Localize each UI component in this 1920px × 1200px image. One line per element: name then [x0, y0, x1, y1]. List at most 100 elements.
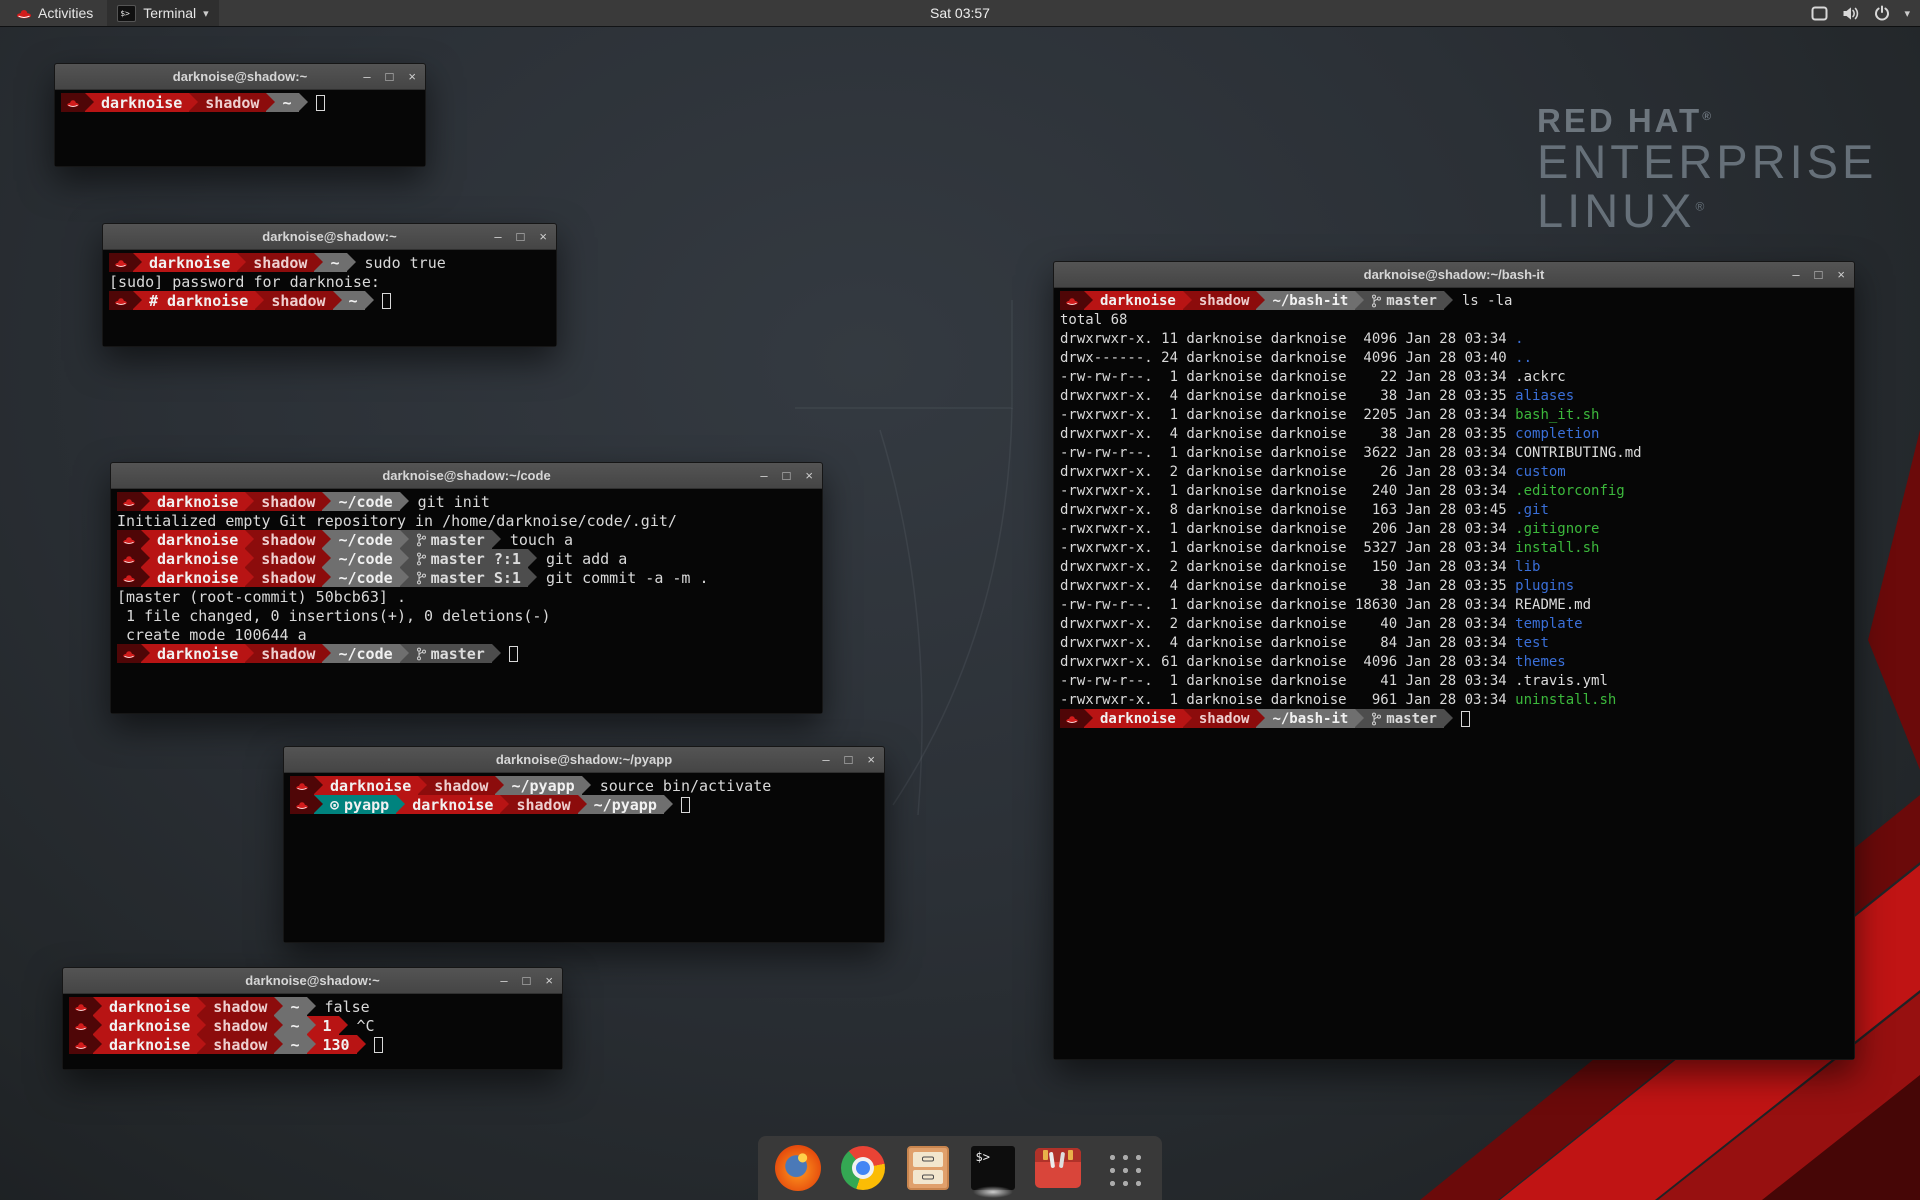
minimize-button[interactable]: –: [494, 224, 501, 250]
terminal-content[interactable]: darknoiseshadow~: [55, 90, 425, 166]
terminal-output: -rwxrwxr-x. 1 darknoise darknoise 5327 J…: [1060, 540, 1515, 556]
prompt-segment-git: master ?:1: [409, 549, 528, 568]
clock[interactable]: Sat 03:57: [930, 5, 990, 21]
close-button[interactable]: ×: [545, 968, 553, 994]
prompt-hat-segment: [290, 776, 314, 795]
window-title: darknoise@shadow:~: [245, 973, 379, 988]
maximize-button[interactable]: □: [517, 224, 525, 250]
powerline-separator: [322, 644, 331, 663]
terminal-content[interactable]: darknoiseshadow~/pyappsource bin/activat…: [284, 773, 884, 942]
power-icon[interactable]: [1874, 5, 1890, 21]
terminal-line: create mode 100644 a: [117, 625, 816, 644]
powerline-separator: [197, 1016, 206, 1035]
titlebar[interactable]: darknoise@shadow:~ –□ ×: [103, 224, 556, 250]
terminal-line: drwxrwxr-x. 2 darknoise darknoise 150 Ja…: [1060, 557, 1848, 576]
file-name: README.md: [1515, 597, 1591, 613]
dock-firefox-icon[interactable]: [774, 1144, 822, 1192]
close-button[interactable]: ×: [539, 224, 547, 250]
app-menu-label: Terminal: [143, 5, 196, 21]
close-button[interactable]: ×: [805, 463, 813, 489]
powerline-separator: [400, 644, 409, 663]
dock-terminal-icon[interactable]: $>: [969, 1144, 1017, 1192]
terminal-output: -rw-rw-r--. 1 darknoise darknoise 3622 J…: [1060, 445, 1515, 461]
minimize-button[interactable]: –: [500, 968, 507, 994]
prompt-segment-user: darknoise: [150, 568, 245, 587]
window-title: darknoise@shadow:~/pyapp: [496, 752, 672, 767]
close-button[interactable]: ×: [867, 747, 875, 773]
redhat-prompt-icon: [295, 799, 309, 811]
titlebar[interactable]: darknoise@shadow:~ –□×: [55, 64, 425, 90]
prompt-segment-git: master: [1364, 291, 1444, 310]
prompt-segment-host: shadow: [254, 549, 322, 568]
file-name: template: [1515, 616, 1582, 632]
maximize-button[interactable]: □: [1815, 262, 1823, 288]
powerline-separator: [400, 530, 409, 549]
file-name: themes: [1515, 654, 1566, 670]
maximize-button[interactable]: □: [845, 747, 853, 773]
chevron-down-icon: ▾: [203, 7, 209, 20]
terminal-output: drwxrwxr-x. 2 darknoise darknoise 150 Ja…: [1060, 559, 1515, 575]
terminal-output: drwxrwxr-x. 4 darknoise darknoise 38 Jan…: [1060, 426, 1515, 442]
powerline-separator: [400, 568, 409, 587]
terminal-output: drwxrwxr-x. 61 darknoise darknoise 4096 …: [1060, 654, 1515, 670]
minimize-button[interactable]: –: [760, 463, 767, 489]
terminal-line: darknoiseshadow~1^C: [69, 1016, 556, 1035]
command-text: ls -la: [1462, 293, 1513, 309]
terminal-output: -rw-rw-r--. 1 darknoise darknoise 18630 …: [1060, 597, 1515, 613]
terminal-line: drwxrwxr-x. 8 darknoise darknoise 163 Ja…: [1060, 500, 1848, 519]
titlebar[interactable]: darknoise@shadow:~ –□ ×: [63, 968, 562, 994]
close-button[interactable]: ×: [1837, 262, 1845, 288]
app-menu[interactable]: $> Terminal ▾: [107, 0, 218, 26]
powerline-separator: [141, 549, 150, 568]
minimize-button[interactable]: –: [363, 64, 370, 90]
titlebar[interactable]: darknoise@shadow:~/pyapp –□ ×: [284, 747, 884, 773]
minimize-button[interactable]: –: [822, 747, 829, 773]
minimize-button[interactable]: –: [1792, 262, 1799, 288]
terminal-window-home-2: darknoise@shadow:~ –□ × darknoiseshadow~f…: [62, 967, 563, 1070]
maximize-button[interactable]: □: [386, 64, 394, 90]
prompt-segment-host: shadow: [246, 253, 314, 272]
chevron-down-icon[interactable]: ▾: [1904, 7, 1910, 20]
powerline-separator: [582, 776, 591, 795]
prompt-hat-segment: [117, 549, 141, 568]
window-title: darknoise@shadow:~: [262, 229, 396, 244]
terminal-window-sudo: darknoise@shadow:~ –□ × darknoiseshadow~s…: [102, 223, 557, 347]
display-icon[interactable]: [1811, 6, 1828, 21]
prompt-hat-segment: [109, 291, 133, 310]
terminal-content[interactable]: darknoiseshadow~falsedarknoiseshadow~1^C…: [63, 994, 562, 1069]
terminal-content[interactable]: darknoiseshadow~/codegit initInitialized…: [111, 489, 822, 713]
prompt-segment-user: darknoise: [94, 93, 189, 112]
maximize-button[interactable]: □: [783, 463, 791, 489]
titlebar[interactable]: darknoise@shadow:~/bash-it –□×: [1054, 262, 1854, 288]
terminal-output: drwxrwxr-x. 4 darknoise darknoise 38 Jan…: [1060, 388, 1515, 404]
prompt-segment-user: darknoise: [150, 492, 245, 511]
terminal-line: darknoiseshadow~: [61, 93, 419, 112]
terminal-line: total 68: [1060, 310, 1848, 329]
terminal-line: darknoiseshadow~/codemaster: [117, 644, 816, 663]
maximize-button[interactable]: □: [523, 968, 531, 994]
terminal-line: darknoiseshadow~/codegit init: [117, 492, 816, 511]
powerline-separator: [396, 795, 405, 814]
prompt-segment-err: 130: [316, 1035, 357, 1054]
dock-toolbox-icon[interactable]: [1034, 1144, 1082, 1192]
activities-button[interactable]: Activities: [8, 0, 101, 26]
dock-chrome-icon[interactable]: [839, 1144, 887, 1192]
titlebar[interactable]: darknoise@shadow:~/code –□×: [111, 463, 822, 489]
dock-files-icon[interactable]: [904, 1144, 952, 1192]
terminal-content[interactable]: darknoiseshadow~sudo true[sudo] password…: [103, 250, 556, 346]
powerline-separator: [197, 997, 206, 1016]
wallpaper-arcs: [795, 300, 1012, 815]
dock-app-grid-icon[interactable]: [1099, 1144, 1147, 1192]
powerline-separator: [339, 1016, 348, 1035]
terminal-line: darknoiseshadow~/pyappsource bin/activat…: [290, 776, 878, 795]
prompt-segment-user: darknoise: [102, 1016, 197, 1035]
terminal-content[interactable]: darknoiseshadow~/bash-itmasterls -latota…: [1054, 288, 1854, 1059]
prompt-segment-path: ~: [283, 1016, 306, 1035]
terminal-line: darknoiseshadow~/bash-itmasterls -la: [1060, 291, 1848, 310]
volume-icon[interactable]: [1842, 6, 1860, 21]
close-button[interactable]: ×: [408, 64, 416, 90]
terminal-output: -rw-rw-r--. 1 darknoise darknoise 22 Jan…: [1060, 369, 1515, 385]
terminal-output: -rwxrwxr-x. 1 darknoise darknoise 206 Ja…: [1060, 521, 1515, 537]
terminal-line: darknoiseshadow~/codemaster S:1git commi…: [117, 568, 816, 587]
prompt-segment-host: shadow: [1192, 291, 1257, 310]
